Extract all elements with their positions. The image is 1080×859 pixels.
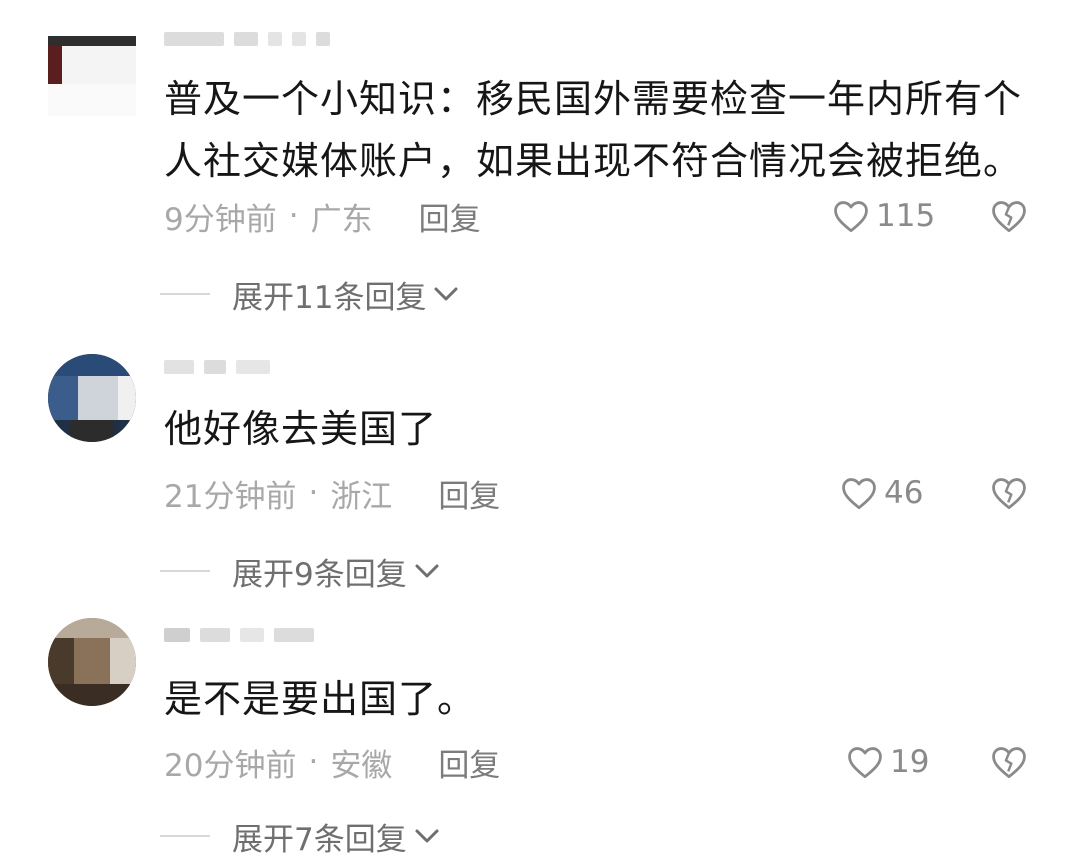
username-blurred[interactable]	[164, 28, 330, 50]
broken-heart-icon	[992, 478, 1026, 510]
heart-outline-icon	[834, 201, 868, 233]
avatar[interactable]	[48, 28, 136, 116]
avatar-pixel	[48, 618, 136, 638]
expand-replies-label: 展开7条回复	[232, 821, 407, 858]
like-count: 115	[876, 198, 936, 234]
comment-meta: 21分钟前 · 浙江 回复	[164, 471, 500, 516]
avatar-pixel	[78, 376, 118, 420]
divider-line	[160, 293, 210, 295]
chevron-down-icon	[415, 829, 439, 843]
heart-outline-icon	[848, 747, 882, 779]
like-button[interactable]: 19	[846, 742, 929, 782]
comment-time: 21分钟前	[164, 478, 297, 515]
dislike-button[interactable]	[990, 473, 1028, 513]
meta-separator: ·	[308, 475, 319, 511]
avatar-pixel	[74, 638, 110, 684]
comment-meta: 20分钟前 · 安徽 回复	[164, 740, 500, 785]
comment-text: 是不是要出国了。	[164, 677, 477, 721]
like-button[interactable]: 46	[840, 473, 923, 513]
chevron-down-icon	[415, 564, 439, 578]
comment-location: 广东	[310, 201, 373, 238]
avatar-pixel	[48, 46, 62, 84]
avatar-pixel	[70, 420, 114, 442]
broken-heart-icon	[992, 747, 1026, 779]
expand-replies-button[interactable]: 展开9条回复	[160, 551, 441, 593]
dislike-button[interactable]	[990, 742, 1028, 782]
expand-replies-label: 展开9条回复	[232, 556, 407, 593]
comment-meta: 9分钟前 · 广东 回复	[164, 194, 481, 239]
expand-replies-button[interactable]: 展开7条回复	[160, 816, 441, 858]
divider-line	[160, 570, 210, 572]
like-button[interactable]: 115	[832, 196, 935, 236]
avatar[interactable]	[48, 354, 136, 442]
divider-line	[160, 835, 210, 837]
comment-text: 他好像去美国了	[164, 407, 438, 451]
heart-outline-icon	[842, 478, 876, 510]
reply-button[interactable]: 回复	[438, 740, 500, 785]
comment-location: 浙江	[330, 478, 393, 515]
reply-button[interactable]: 回复	[438, 471, 500, 516]
meta-separator: ·	[288, 198, 299, 234]
meta-separator: ·	[308, 744, 319, 780]
like-count: 46	[884, 475, 924, 511]
avatar[interactable]	[48, 618, 136, 706]
expand-replies-label: 展开11条回复	[232, 279, 427, 316]
expand-replies-button[interactable]: 展开11条回复	[160, 274, 460, 316]
comment-time: 20分钟前	[164, 747, 297, 784]
avatar-pixel	[118, 376, 136, 420]
avatar-pixel	[110, 638, 136, 684]
avatar-pixel	[48, 684, 136, 706]
avatar-pixel	[48, 354, 136, 376]
comment-location: 安徽	[330, 747, 393, 784]
dislike-button[interactable]	[990, 196, 1028, 236]
reply-button[interactable]: 回复	[419, 194, 481, 239]
like-count: 19	[890, 744, 930, 780]
comment-time: 9分钟前	[164, 201, 277, 238]
chevron-down-icon	[434, 287, 458, 301]
broken-heart-icon	[992, 201, 1026, 233]
avatar-pixel	[48, 376, 78, 420]
avatar-pixel	[48, 84, 136, 116]
avatar-pixel	[48, 36, 136, 46]
avatar-pixel	[62, 46, 136, 84]
username-blurred[interactable]	[164, 356, 270, 378]
comment-text: 普及一个小知识：移民国外需要检查一年内所有个人社交媒体账户，如果出现不符合情况会…	[164, 77, 1023, 183]
avatar-pixel	[48, 638, 74, 684]
username-blurred[interactable]	[164, 624, 314, 646]
